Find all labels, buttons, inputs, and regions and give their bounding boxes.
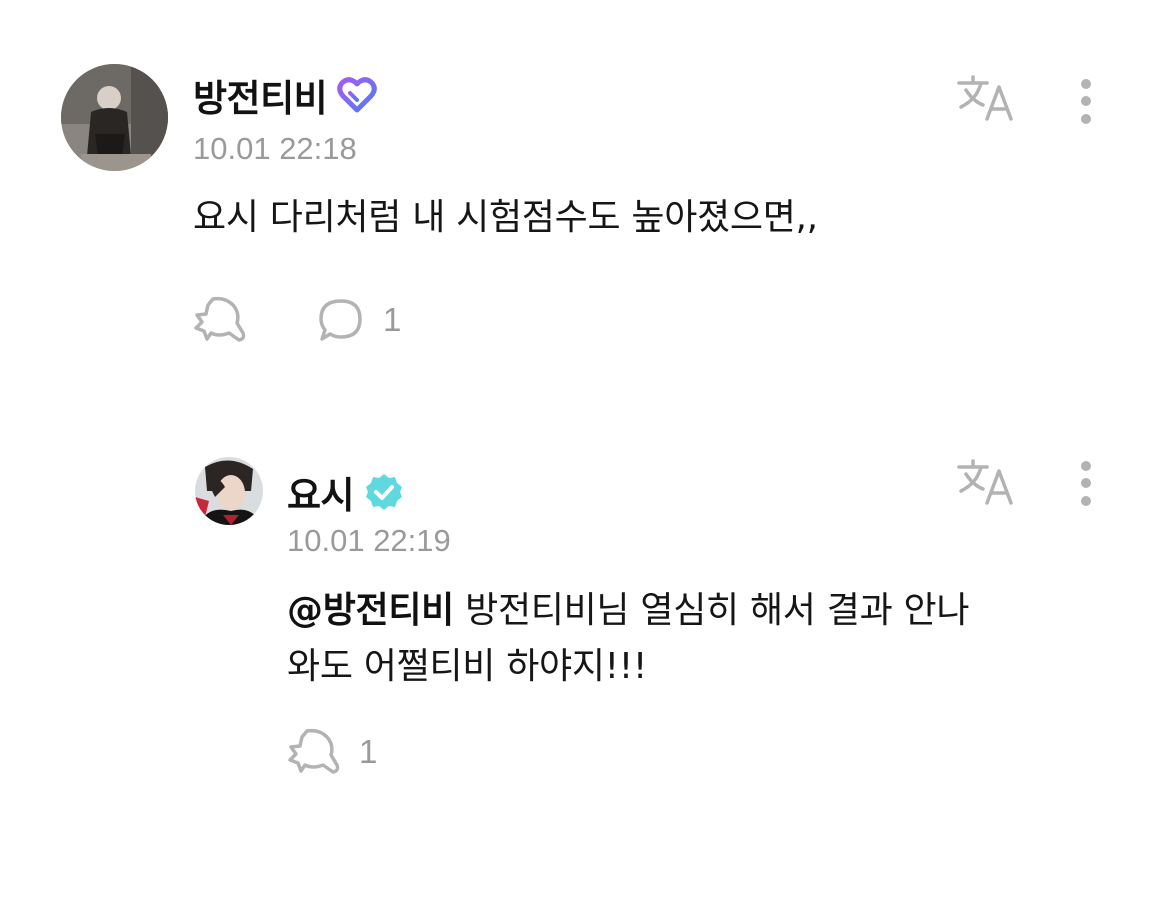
author-row: 방전티비 (193, 68, 377, 122)
like-icon (287, 727, 341, 777)
avatar[interactable] (61, 64, 168, 171)
translate-icon (955, 457, 1017, 509)
author-name[interactable]: 방전티비 (193, 68, 328, 122)
comment-text: 요시 다리처럼 내 시험점수도 높아졌으면,, (193, 197, 818, 238)
reply: 요시 10.01 22:19 @방전티비 방전티비님 열심히 해서 결과 안나 … (0, 440, 1170, 800)
timestamp: 10.01 22:19 (287, 523, 451, 558)
fan-heart-badge-icon (337, 76, 377, 114)
reply-text-line-2: 와도 어쩔티비 하야지!!! (287, 646, 648, 687)
reply-text-line-1: @방전티비 방전티비님 열심히 해서 결과 안나 (287, 583, 1117, 639)
mention-link[interactable]: @방전티비 (287, 590, 454, 631)
reply-actions: 1 (287, 727, 377, 777)
more-options-button[interactable] (1074, 78, 1098, 126)
like-count: 1 (359, 733, 378, 770)
like-icon (193, 295, 247, 345)
comment: 방전티비 10.01 22:18 요시 다리처럼 내 시험점수도 높아졌으면,, (0, 0, 1170, 360)
translate-icon (955, 73, 1017, 125)
more-vertical-icon (1074, 460, 1098, 508)
like-button[interactable]: 1 (287, 727, 377, 777)
comment-actions: 1 (193, 295, 401, 345)
reply-count: 1 (383, 301, 402, 338)
more-vertical-icon (1074, 78, 1098, 126)
author-name[interactable]: 요시 (287, 465, 355, 519)
reply-text: @방전티비 방전티비님 열심히 해서 결과 안나 와도 어쩔티비 하야지!!! (287, 583, 1117, 695)
more-options-button[interactable] (1074, 460, 1098, 508)
reply-button[interactable]: 1 (317, 297, 401, 343)
translate-button[interactable] (955, 73, 1017, 125)
translate-button[interactable] (955, 457, 1017, 509)
author-row: 요시 (287, 465, 404, 519)
like-button[interactable] (193, 295, 265, 345)
verified-badge-icon (364, 472, 404, 512)
reply-text-part: 방전티비님 열심히 해서 결과 안나 (453, 590, 970, 631)
reply-bubble-icon (317, 297, 365, 343)
timestamp: 10.01 22:18 (193, 131, 357, 166)
avatar[interactable] (195, 457, 263, 525)
